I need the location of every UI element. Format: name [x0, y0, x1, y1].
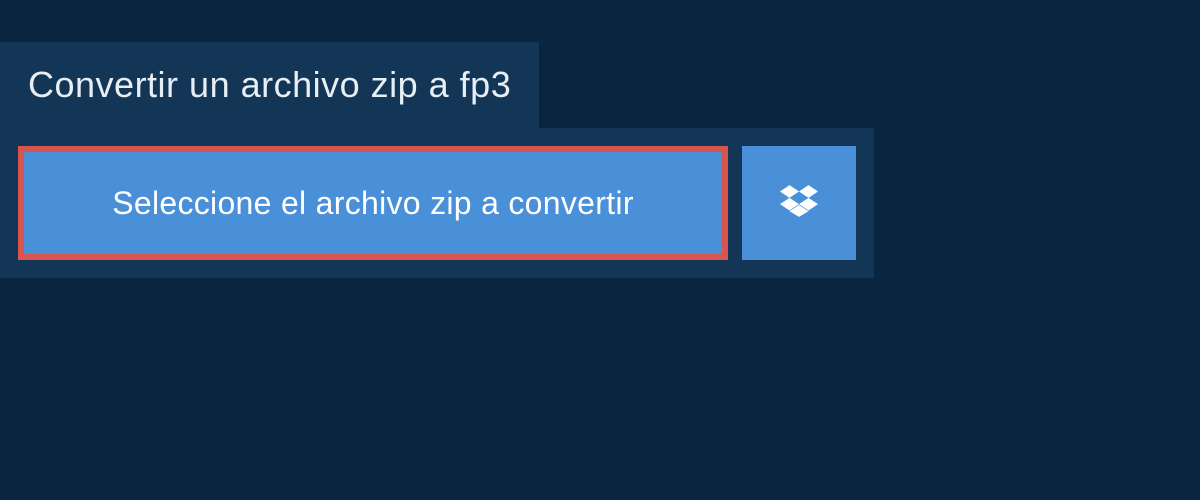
page-title: Convertir un archivo zip a fp3 — [28, 64, 511, 105]
select-file-label: Seleccione el archivo zip a convertir — [112, 185, 634, 222]
dropbox-button[interactable] — [742, 146, 856, 260]
dropbox-icon — [780, 182, 818, 225]
select-file-button[interactable]: Seleccione el archivo zip a convertir — [18, 146, 728, 260]
upload-panel: Seleccione el archivo zip a convertir — [0, 128, 874, 278]
page-title-tab: Convertir un archivo zip a fp3 — [0, 42, 539, 128]
